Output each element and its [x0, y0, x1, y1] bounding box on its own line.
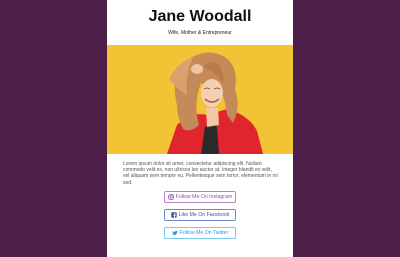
follow-twitter-label: Follow Me On Twitter: [179, 230, 229, 236]
follow-twitter-button[interactable]: Follow Me On Twitter: [164, 227, 236, 239]
like-facebook-label: Like Me On Facebook: [178, 212, 230, 218]
profile-card: Jane Woodall Wife, Mother & Entrepreneur…: [107, 0, 293, 257]
instagram-icon: [167, 194, 174, 200]
profile-photo-illustration: [107, 45, 293, 154]
twitter-icon: [171, 230, 178, 236]
follow-instagram-button[interactable]: Follow Me On Instagram: [164, 191, 236, 203]
follow-instagram-label: Follow Me On Instagram: [175, 194, 233, 200]
profile-tagline: Wife, Mother & Entrepreneur: [168, 30, 232, 36]
profile-photo: [107, 45, 293, 154]
like-facebook-button[interactable]: Like Me On Facebook: [164, 209, 236, 221]
profile-bio: Lorem ipsum dolor sit amet, consectetur …: [123, 161, 278, 186]
profile-name: Jane Woodall: [148, 8, 252, 25]
facebook-icon: [170, 212, 177, 218]
